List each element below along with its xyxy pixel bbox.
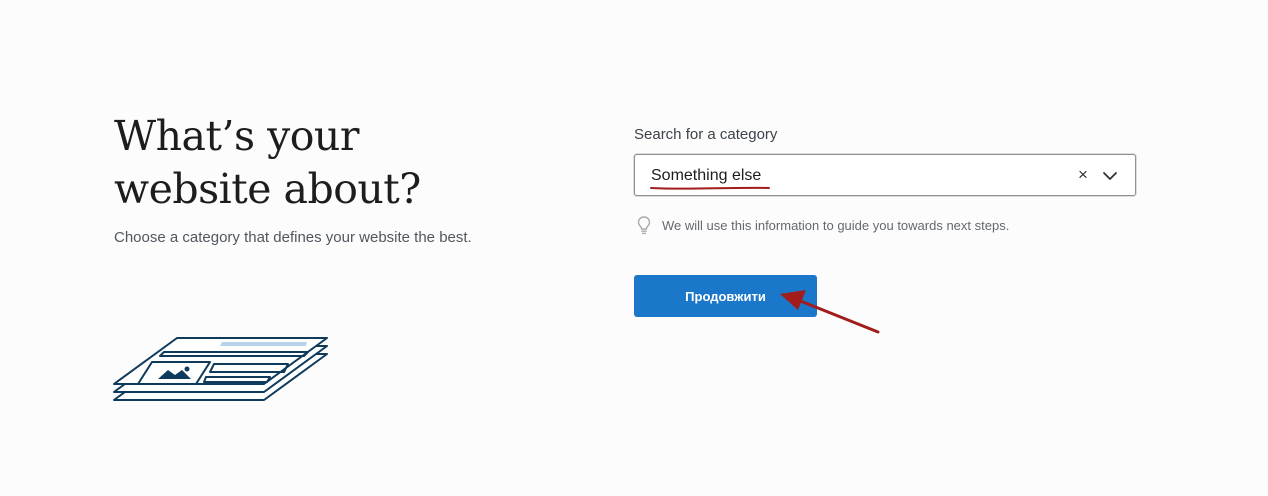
page-title-line-2: website about? (114, 165, 421, 213)
annotation-underline (650, 186, 770, 190)
selected-category-value[interactable]: Something else (651, 167, 761, 185)
category-search-label: Search for a category (634, 126, 778, 143)
chevron-down-icon[interactable] (1099, 165, 1121, 187)
close-icon[interactable]: × (1073, 164, 1093, 186)
continue-button[interactable]: Продовжити (634, 275, 817, 317)
page-title-line-1: What’s your (114, 112, 359, 160)
category-hint-text: We will use this information to guide yo… (662, 218, 1010, 233)
lightbulb-icon (637, 216, 651, 235)
page-title: What’s your website about? (114, 110, 534, 216)
page-subtitle: Choose a category that defines your webs… (114, 229, 472, 246)
stacked-pages-illustration (113, 337, 328, 401)
onboarding-page: What’s your website about? Choose a cate… (0, 0, 1268, 496)
category-select[interactable]: Something else × (634, 154, 1136, 196)
